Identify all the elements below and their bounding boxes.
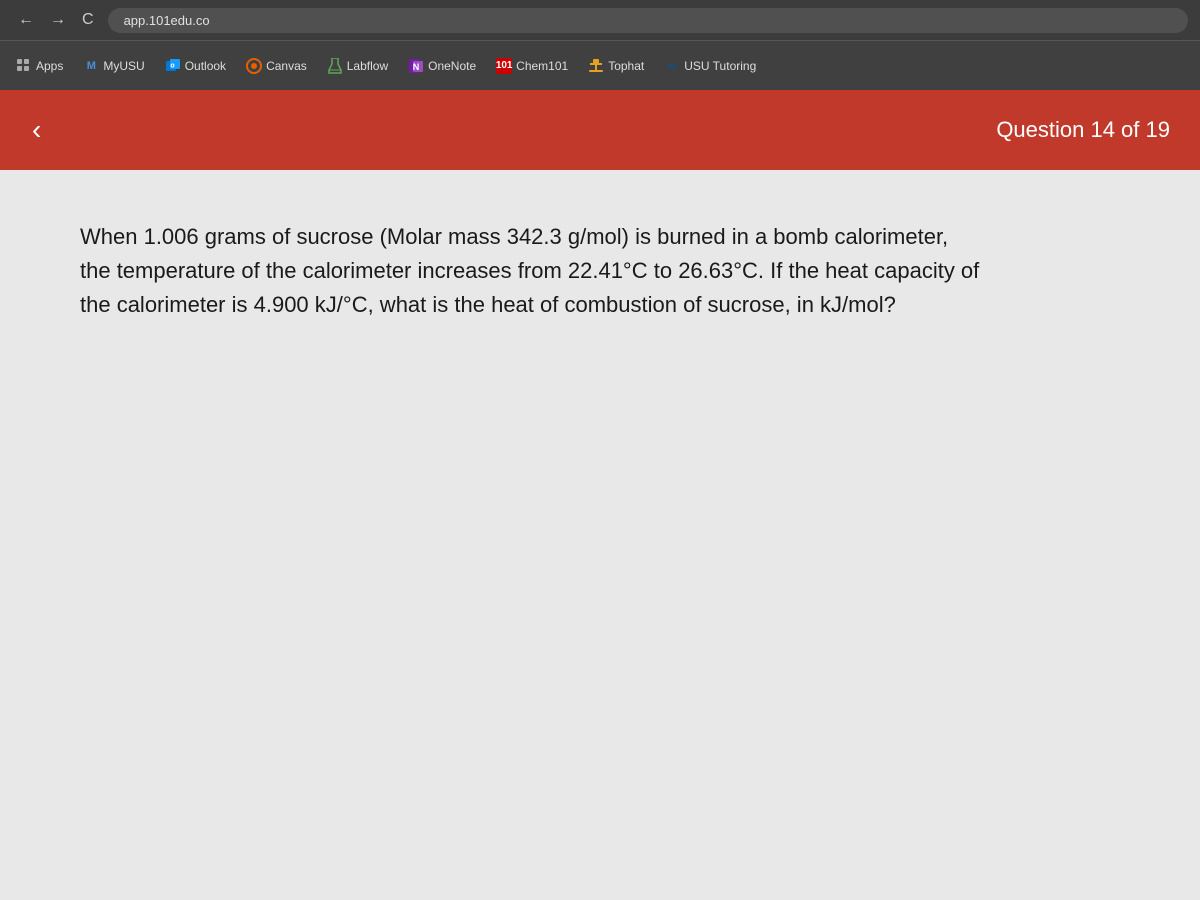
svg-text:o: o	[170, 62, 174, 69]
bookmark-usu-tutoring[interactable]: u USU Tutoring	[656, 54, 764, 78]
nav-buttons: ← → C	[12, 7, 100, 33]
canvas-icon	[246, 58, 262, 74]
question-counter: Question 14 of 19	[996, 117, 1180, 143]
browser-toolbar: ← → C	[0, 0, 1200, 40]
tophat-icon	[588, 58, 604, 74]
bookmarks-bar: Apps M MyUSU o Outlook	[0, 40, 1200, 90]
refresh-button[interactable]: C	[76, 7, 100, 33]
bookmark-tophat-label: Tophat	[608, 59, 644, 73]
bookmark-chem101[interactable]: 101 Chem101	[488, 54, 576, 78]
bookmark-outlook-label: Outlook	[185, 59, 226, 73]
bookmark-myusu[interactable]: M MyUSU	[75, 54, 152, 78]
labflow-icon	[327, 58, 343, 74]
browser-chrome: ← → C Apps M MyUSU	[0, 0, 1200, 90]
question-header: ‹ Question 14 of 19	[0, 90, 1200, 170]
back-nav-button[interactable]: ←	[12, 7, 40, 33]
bookmark-tophat[interactable]: Tophat	[580, 54, 652, 78]
chem101-icon: 101	[496, 58, 512, 74]
bookmark-myusu-label: MyUSU	[103, 59, 144, 73]
outlook-icon: o	[165, 58, 181, 74]
myusu-icon: M	[83, 58, 99, 74]
bookmark-labflow-label: Labflow	[347, 59, 388, 73]
usu-icon: u	[664, 58, 680, 74]
apps-icon	[16, 58, 32, 74]
bookmark-onenote[interactable]: N OneNote	[400, 54, 484, 78]
bookmark-onenote-label: OneNote	[428, 59, 476, 73]
bookmark-apps[interactable]: Apps	[8, 54, 71, 78]
bookmark-chem101-label: Chem101	[516, 59, 568, 73]
back-button[interactable]: ‹	[20, 106, 53, 154]
bookmark-labflow[interactable]: Labflow	[319, 54, 396, 78]
content-area: When 1.006 grams of sucrose (Molar mass …	[0, 170, 1200, 900]
bookmark-outlook[interactable]: o Outlook	[157, 54, 234, 78]
bookmark-canvas-label: Canvas	[266, 59, 307, 73]
question-text: When 1.006 grams of sucrose (Molar mass …	[80, 220, 980, 322]
bookmark-usu-label: USU Tutoring	[684, 59, 756, 73]
bookmark-apps-label: Apps	[36, 59, 63, 73]
bookmark-canvas[interactable]: Canvas	[238, 54, 315, 78]
address-bar[interactable]	[108, 8, 1188, 33]
page-container: ‹ Question 14 of 19 When 1.006 grams of …	[0, 90, 1200, 900]
forward-nav-button[interactable]: →	[44, 7, 72, 33]
onenote-icon: N	[408, 58, 424, 74]
svg-text:N: N	[413, 62, 420, 72]
